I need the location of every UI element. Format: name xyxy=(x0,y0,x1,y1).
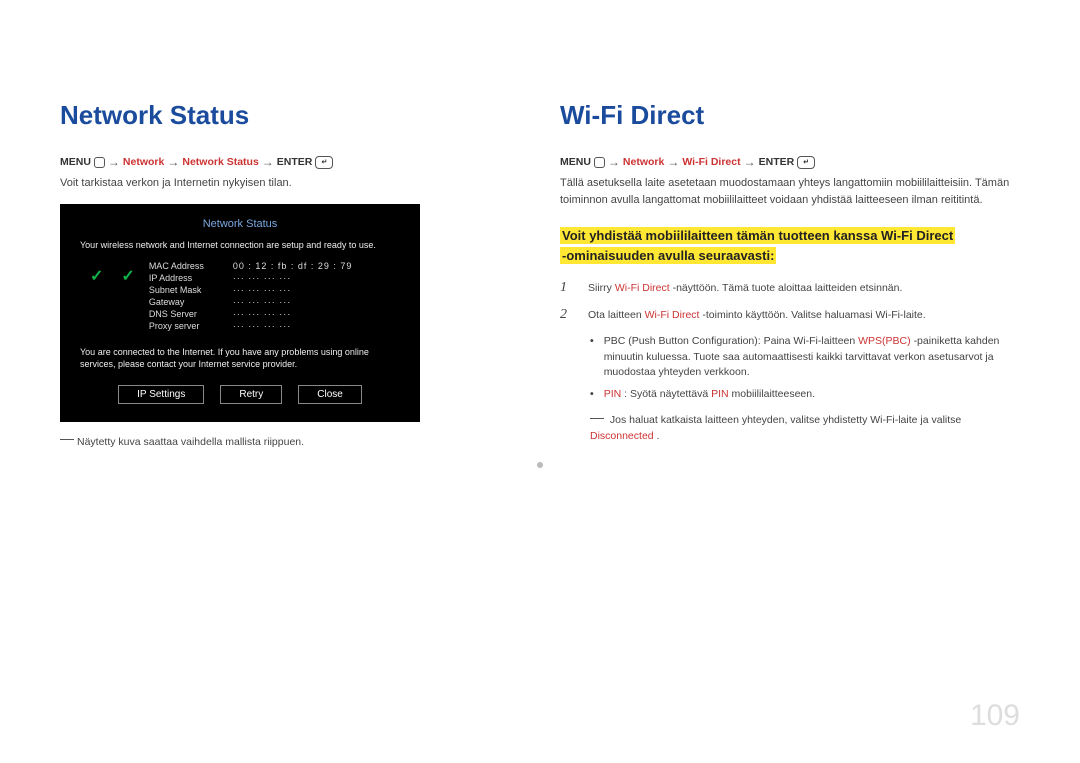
network-info-table: MAC Address00 : 12 : fb : df : 29 : 79 I… xyxy=(149,260,353,333)
enter-icon: ↵ xyxy=(797,156,815,169)
breadcrumb-item: Network Status xyxy=(182,156,258,168)
breadcrumb: MENU → Network → Wi-Fi Direct → ENTER ↵ xyxy=(560,155,1020,169)
table-row: DNS Server··· ··· ··· ··· xyxy=(149,308,353,320)
enter-icon: ↵ xyxy=(315,156,333,169)
footnote: Jos haluat katkaista laitteen yhteyden, … xyxy=(590,413,1020,445)
breadcrumb-suffix: ENTER xyxy=(759,156,795,168)
highlight-text: Voit yhdistää mobiililaitteen tämän tuot… xyxy=(560,227,955,244)
description-text: Voit tarkistaa verkon ja Internetin nyky… xyxy=(60,175,520,192)
list-item: 2 Ota laitteen Wi-Fi Direct -toiminto kä… xyxy=(560,307,1020,324)
bullet-icon: • xyxy=(590,387,594,403)
breadcrumb-prefix: MENU xyxy=(560,156,591,168)
list-item: 1 Siirry Wi-Fi Direct -näyttöön. Tämä tu… xyxy=(560,280,1020,297)
step-text: Ota laitteen Wi-Fi Direct -toiminto käyt… xyxy=(588,308,926,324)
table-row: Proxy server··· ··· ··· ··· xyxy=(149,320,353,332)
description-text: Tällä asetuksella laite asetetaan muodos… xyxy=(560,175,1020,208)
breadcrumb: MENU → Network → Network Status → ENTER … xyxy=(60,155,520,169)
panel-message: You are connected to the Internet. If yo… xyxy=(80,346,400,370)
arrow-icon: → xyxy=(667,155,679,169)
close-button[interactable]: Close xyxy=(298,385,362,404)
breadcrumb-item: Wi-Fi Direct xyxy=(682,156,740,168)
steps-list: 1 Siirry Wi-Fi Direct -näyttöön. Tämä tu… xyxy=(560,280,1020,324)
network-status-panel: Network Status Your wireless network and… xyxy=(60,204,420,422)
panel-title: Network Status xyxy=(80,218,400,230)
arrow-icon: → xyxy=(167,155,179,169)
bullet-item: • PIN : Syötä näytettävä PIN mobiililait… xyxy=(590,387,1020,403)
panel-status-line: Your wireless network and Internet conne… xyxy=(80,240,400,250)
breadcrumb-suffix: ENTER xyxy=(277,156,313,168)
breadcrumb-item: Network xyxy=(623,156,664,168)
dash-icon xyxy=(590,418,604,419)
page-number: 109 xyxy=(970,699,1020,733)
check-icon: ✓ xyxy=(121,266,134,286)
status-checks: ✓ ✓ xyxy=(80,260,135,286)
step-number: 1 xyxy=(560,280,574,296)
highlight-block: Voit yhdistää mobiililaitteen tämän tuot… xyxy=(560,226,1020,266)
table-row: Subnet Mask··· ··· ··· ··· xyxy=(149,284,353,296)
left-column: Network Status MENU → Network → Network … xyxy=(60,100,520,448)
image-note: Näytetty kuva saattaa vaihdella mallista… xyxy=(60,436,520,448)
ip-settings-button[interactable]: IP Settings xyxy=(118,385,204,404)
menu-icon xyxy=(94,157,105,168)
highlight-text: -ominaisuuden avulla seuraavasti: xyxy=(560,247,776,264)
section-title: Wi-Fi Direct xyxy=(560,100,1020,131)
table-row: Gateway··· ··· ··· ··· xyxy=(149,296,353,308)
arrow-icon: → xyxy=(108,155,120,169)
right-column: Wi-Fi Direct MENU → Network → Wi-Fi Dire… xyxy=(560,100,1020,448)
table-row: MAC Address00 : 12 : fb : df : 29 : 79 xyxy=(149,260,353,272)
check-icon: ✓ xyxy=(90,266,103,286)
breadcrumb-prefix: MENU xyxy=(60,156,91,168)
step-number: 2 xyxy=(560,307,574,323)
retry-button[interactable]: Retry xyxy=(220,385,282,404)
bullet-icon: • xyxy=(590,334,594,381)
section-title: Network Status xyxy=(60,100,520,131)
breadcrumb-item: Network xyxy=(123,156,164,168)
menu-icon xyxy=(594,157,605,168)
arrow-icon: → xyxy=(608,155,620,169)
step-text: Siirry Wi-Fi Direct -näyttöön. Tämä tuot… xyxy=(588,281,902,297)
table-row: IP Address··· ··· ··· ··· xyxy=(149,272,353,284)
dash-icon xyxy=(60,439,74,440)
arrow-icon: → xyxy=(744,155,756,169)
bullet-item: • PBC (Push Button Configuration): Paina… xyxy=(590,334,1020,381)
arrow-icon: → xyxy=(262,155,274,169)
decorative-dot xyxy=(537,462,543,468)
